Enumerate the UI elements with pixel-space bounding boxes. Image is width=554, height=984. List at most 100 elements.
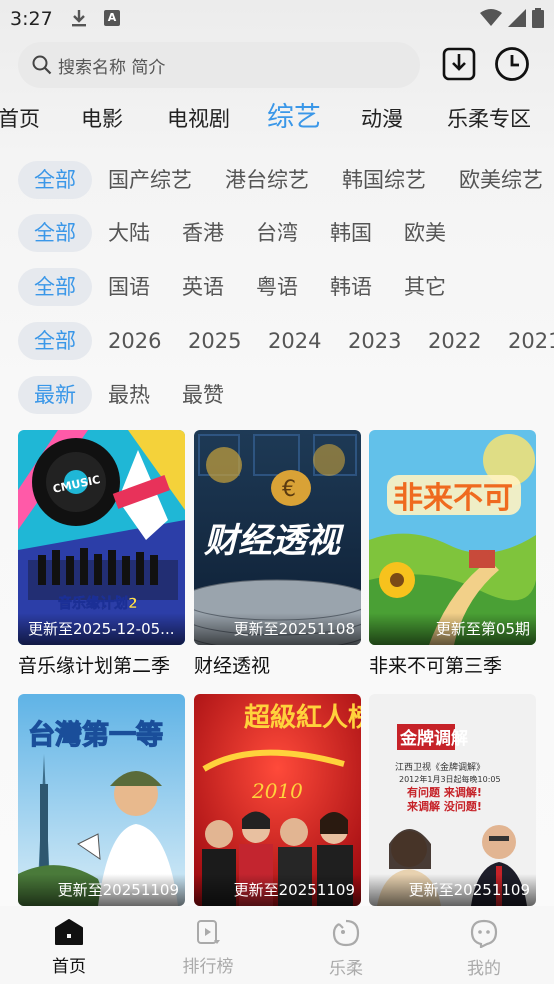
update-badge: 更新至第05期 xyxy=(369,613,536,645)
media-card[interactable]: CMUSIC 音乐缘计划2 更新至2025-12-05... 音乐缘计划第二季 xyxy=(18,430,185,678)
filter-chip[interactable]: 韩国综艺 xyxy=(342,161,426,199)
poster-title-text: 超級紅人榜 xyxy=(244,702,361,733)
sort-chip[interactable]: 最热 xyxy=(108,376,150,414)
signal-icon xyxy=(508,9,526,27)
tab-variety[interactable]: 综艺 xyxy=(267,99,321,137)
filter-chip[interactable]: 国产综艺 xyxy=(108,161,192,199)
poster-year-text: 2010 xyxy=(251,779,303,803)
poster-title-text: 台灣第一等 xyxy=(28,719,163,751)
filter-chip[interactable]: 全部 xyxy=(18,322,92,360)
lerou-icon xyxy=(332,919,360,947)
filter-chip[interactable]: 其它 xyxy=(404,268,446,306)
bottom-nav-label: 首页 xyxy=(52,957,86,977)
filter-chip[interactable]: 国语 xyxy=(108,268,150,306)
filter-chip[interactable]: 2025 xyxy=(188,322,241,360)
history-button[interactable] xyxy=(493,45,531,83)
media-card[interactable]: 超級紅人榜 2010 更新至20251109 xyxy=(194,694,361,906)
wifi-icon xyxy=(480,9,502,26)
poster-title-text: 财经透视 xyxy=(204,521,345,561)
filter-chip[interactable]: 全部 xyxy=(18,268,92,306)
home-icon xyxy=(55,919,83,945)
svg-text:€: € xyxy=(282,477,296,502)
filter-chip[interactable]: 2021 xyxy=(508,322,554,360)
filter-chip[interactable]: 韩国 xyxy=(330,214,372,252)
poster-slogan: 有问题 来调解! xyxy=(407,785,482,799)
poster-title-text: 金牌调解 xyxy=(399,728,468,749)
media-card[interactable]: 台灣第一等 更新至20251109 xyxy=(18,694,185,906)
tab-lerou-zone[interactable]: 乐柔专区 xyxy=(447,100,531,138)
filter-chip[interactable]: 韩语 xyxy=(330,268,372,306)
update-badge: 更新至20251109 xyxy=(18,874,185,906)
download-icon xyxy=(442,47,476,81)
filter-row-language: 全部 国语 英语 粤语 韩语 其它 xyxy=(0,268,554,308)
text-notification-icon: A xyxy=(104,10,120,26)
ranking-icon xyxy=(197,920,220,944)
profile-icon xyxy=(470,919,498,949)
bottom-nav-label: 我的 xyxy=(467,959,501,979)
tab-tv-series[interactable]: 电视剧 xyxy=(167,100,230,138)
card-title: 财经透视 xyxy=(194,655,271,677)
search-placeholder: 搜索名称 简介 xyxy=(58,57,166,78)
bottom-nav-label: 排行榜 xyxy=(182,957,234,977)
tab-movies[interactable]: 电影 xyxy=(81,100,123,138)
filter-chip[interactable]: 英语 xyxy=(182,268,224,306)
sort-chip[interactable]: 最赞 xyxy=(182,376,224,414)
filter-row-category: 全部 国产综艺 港台综艺 韩国综艺 欧美综艺 xyxy=(0,161,554,201)
search-icon xyxy=(32,55,52,75)
filter-chip[interactable]: 欧美综艺 xyxy=(459,161,543,199)
card-title: 非来不可第三季 xyxy=(369,655,503,677)
poster-image: 金牌调解 江西卫视《金牌调解》 2012年1月3日起每晚10:05 有问题 来调… xyxy=(369,694,536,906)
media-card[interactable]: € 财经透视 更新至20251108 财经透视 xyxy=(194,430,361,678)
poster-subline: 江西卫视《金牌调解》 xyxy=(395,761,485,773)
bottom-nav-lerou[interactable]: 乐柔 xyxy=(306,918,386,979)
media-card[interactable]: 金牌调解 江西卫视《金牌调解》 2012年1月3日起每晚10:05 有问题 来调… xyxy=(369,694,536,906)
battery-icon xyxy=(532,8,544,28)
category-tabs: 首页 电影 电视剧 综艺 动漫 乐柔专区 xyxy=(0,100,554,140)
bottom-nav-label: 乐柔 xyxy=(329,959,363,979)
filter-chip[interactable]: 2022 xyxy=(428,322,481,360)
bottom-nav-profile[interactable]: 我的 xyxy=(444,918,524,979)
update-badge: 更新至20251109 xyxy=(369,874,536,906)
bottom-navigation: 首页 排行榜 乐柔 我的 xyxy=(0,906,554,984)
filter-chip[interactable]: 全部 xyxy=(18,214,92,252)
update-badge: 更新至2025-12-05... xyxy=(18,613,185,645)
tab-home[interactable]: 首页 xyxy=(0,100,40,138)
status-time: 3:27 xyxy=(10,8,53,30)
filter-chip[interactable]: 台湾 xyxy=(256,214,298,252)
filter-row-region: 全部 大陆 香港 台湾 韩国 欧美 xyxy=(0,214,554,254)
filter-chip[interactable]: 全部 xyxy=(18,161,92,199)
sort-chip[interactable]: 最新 xyxy=(18,376,92,414)
poster-image: 超級紅人榜 2010 更新至20251109 xyxy=(194,694,361,906)
poster-title-text: 音乐缘计划2 xyxy=(58,595,138,612)
search-input[interactable]: 搜索名称 简介 xyxy=(18,42,420,88)
media-card[interactable]: 非来不可 更新至第05期 非来不可第三季 xyxy=(369,430,536,678)
update-badge: 更新至20251109 xyxy=(194,874,361,906)
poster-image: 非来不可 更新至第05期 xyxy=(369,430,536,645)
filter-chip[interactable]: 大陆 xyxy=(108,214,150,252)
filter-chip[interactable]: 2023 xyxy=(348,322,401,360)
clock-icon xyxy=(495,47,529,81)
poster-title-text: 非来不可 xyxy=(393,481,513,516)
status-bar: 3:27 A xyxy=(0,0,554,36)
poster-image: CMUSIC 音乐缘计划2 更新至2025-12-05... xyxy=(18,430,185,645)
filter-chip[interactable]: 2024 xyxy=(268,322,321,360)
filter-chip[interactable]: 欧美 xyxy=(404,214,446,252)
status-indicators xyxy=(480,8,544,28)
poster-image: € 财经透视 更新至20251108 xyxy=(194,430,361,645)
filter-chip[interactable]: 2026 xyxy=(108,322,161,360)
poster-subline: 2012年1月3日起每晚10:05 xyxy=(399,774,501,784)
filter-chip[interactable]: 香港 xyxy=(182,214,224,252)
download-notification-icon xyxy=(70,9,88,31)
filter-row-sort: 最新 最热 最赞 xyxy=(0,376,554,416)
card-title: 音乐缘计划第二季 xyxy=(18,655,171,677)
bottom-nav-home[interactable]: 首页 xyxy=(29,918,109,977)
filter-row-year: 全部 2026 2025 2024 2023 2022 2021 xyxy=(0,322,554,362)
bottom-nav-ranking[interactable]: 排行榜 xyxy=(168,918,248,977)
download-button[interactable] xyxy=(440,45,478,83)
update-badge: 更新至20251108 xyxy=(194,613,361,645)
poster-slogan: 来调解 没问题! xyxy=(406,799,482,813)
tab-anime[interactable]: 动漫 xyxy=(361,100,403,138)
poster-image: 台灣第一等 更新至20251109 xyxy=(18,694,185,906)
filter-chip[interactable]: 粤语 xyxy=(256,268,298,306)
filter-chip[interactable]: 港台综艺 xyxy=(225,161,309,199)
